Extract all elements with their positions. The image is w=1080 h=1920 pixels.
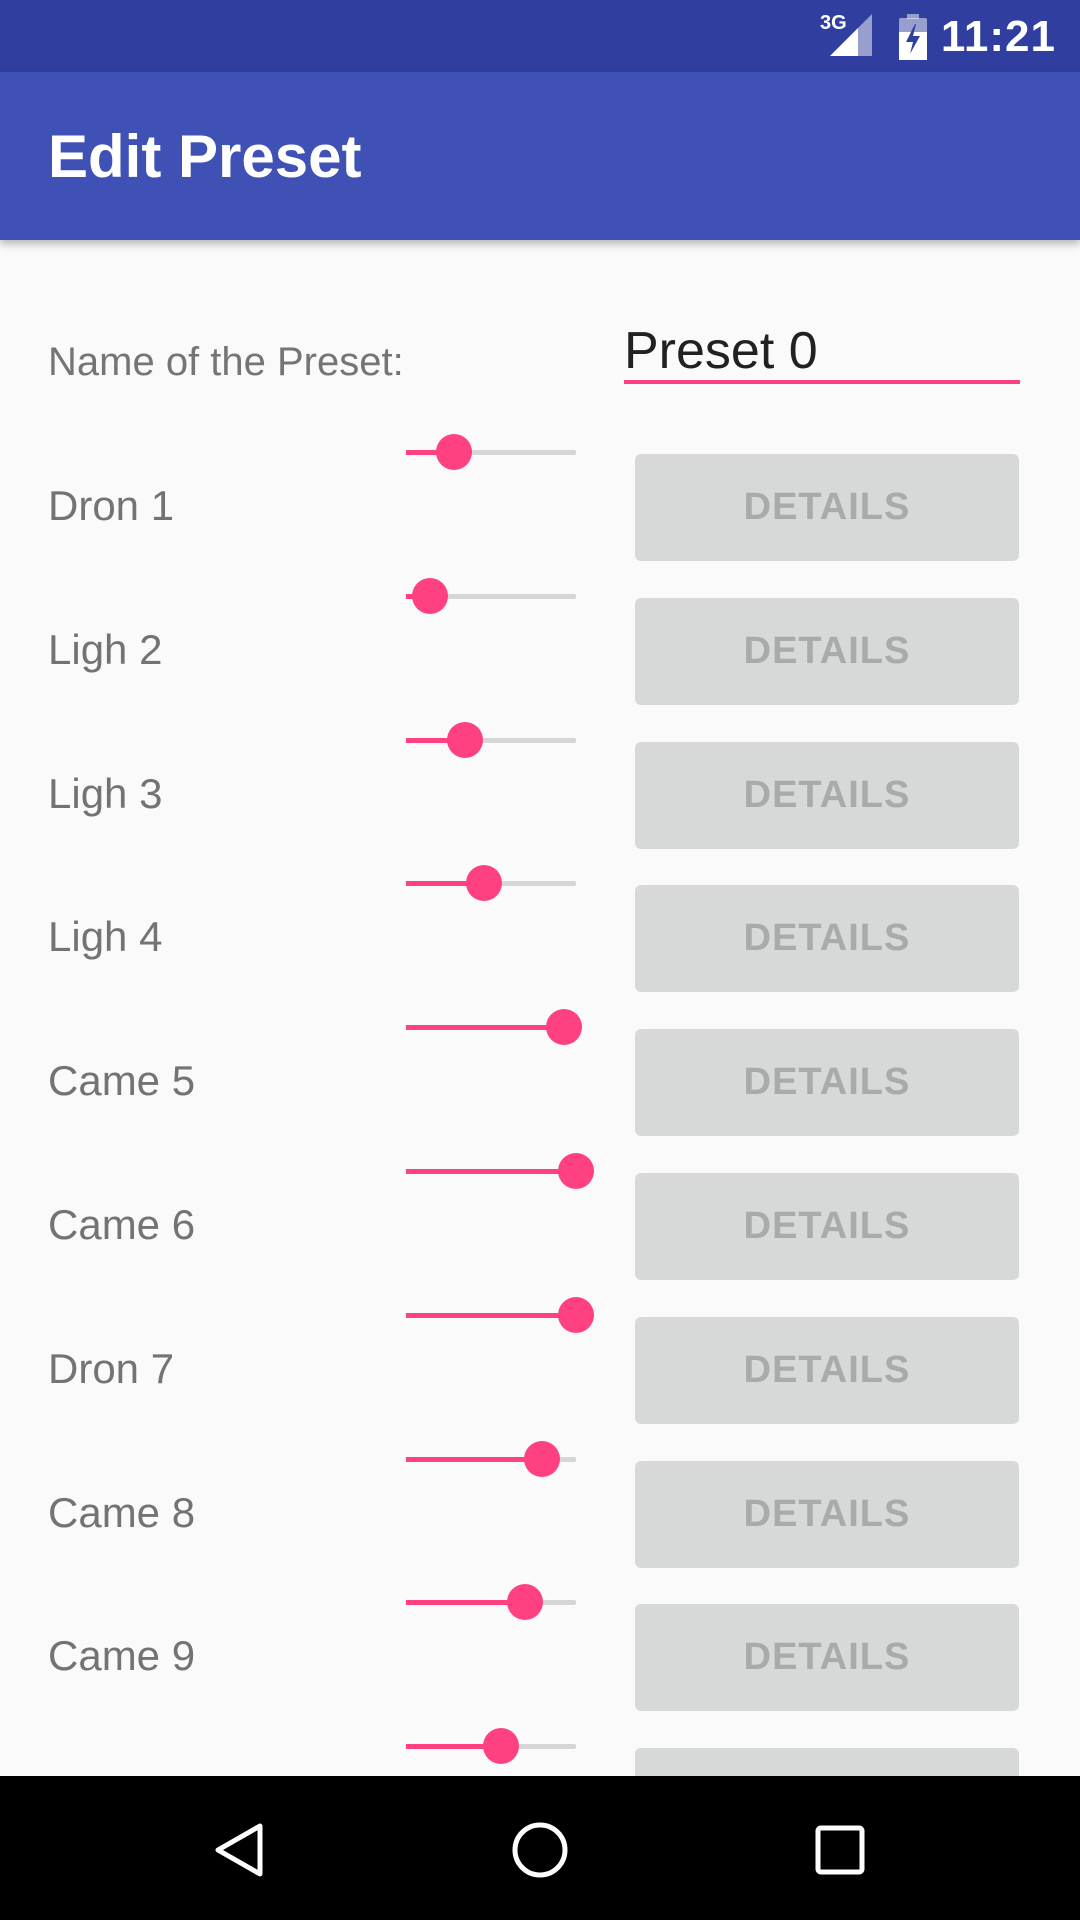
level-slider[interactable] [406, 1582, 576, 1622]
details-button[interactable]: DETAILS [635, 454, 1019, 561]
list-item: Ligh 4 DETAILS [0, 863, 1080, 1007]
list-item: Dron 1 DETAILS [0, 432, 1080, 576]
slider-thumb[interactable] [466, 865, 502, 901]
device-label: Ligh 2 [48, 626, 163, 673]
back-icon[interactable] [210, 1820, 270, 1880]
details-button[interactable]: DETAILS [635, 1029, 1019, 1136]
slider-thumb[interactable] [524, 1441, 560, 1477]
device-label: Came 9 [48, 1632, 196, 1679]
details-button[interactable]: DETAILS [635, 1173, 1019, 1280]
slider-thumb[interactable] [412, 578, 448, 614]
details-button[interactable] [635, 1748, 1019, 1776]
list-item: Dron 7 DETAILS [0, 1295, 1080, 1439]
list-item: Ligh 3 DETAILS [0, 720, 1080, 864]
navigation-bar [0, 1776, 1080, 1920]
device-label: Ligh 3 [48, 770, 163, 817]
slider-thumb[interactable] [483, 1728, 519, 1764]
details-button[interactable]: DETAILS [635, 885, 1019, 992]
slider-fill [406, 1313, 576, 1318]
slider-fill [406, 1169, 576, 1174]
recents-icon[interactable] [810, 1820, 870, 1880]
list-item: Came 9 DETAILS [0, 1582, 1080, 1726]
home-icon[interactable] [510, 1820, 570, 1880]
slider-thumb[interactable] [447, 722, 483, 758]
device-label: Dron 1 [48, 482, 175, 529]
slider-thumb[interactable] [436, 434, 472, 470]
level-slider[interactable] [406, 1439, 576, 1479]
device-label: Came 5 [48, 1057, 196, 1104]
level-slider[interactable] [406, 1726, 576, 1766]
level-slider[interactable] [406, 1151, 594, 1191]
device-label: Dron 7 [48, 1345, 175, 1392]
list-item: Ligh 2 DETAILS [0, 576, 1080, 720]
slider-thumb[interactable] [507, 1584, 543, 1620]
details-button[interactable]: DETAILS [635, 598, 1019, 705]
level-slider[interactable] [406, 863, 576, 903]
details-button[interactable]: DETAILS [635, 1317, 1019, 1424]
list-item: Came 5 DETAILS [0, 1007, 1080, 1151]
level-slider[interactable] [406, 720, 576, 760]
level-slider[interactable] [406, 1007, 582, 1047]
device-label: Ligh 4 [48, 913, 163, 960]
list-item [0, 1726, 1080, 1776]
level-slider[interactable] [406, 576, 576, 616]
list-item: Came 8 DETAILS [0, 1439, 1080, 1583]
list-item: Came 6 DETAILS [0, 1151, 1080, 1295]
slider-fill [406, 1457, 542, 1462]
slider-thumb[interactable] [558, 1153, 594, 1189]
level-slider[interactable] [406, 1295, 594, 1335]
details-button[interactable]: DETAILS [635, 742, 1019, 849]
details-button[interactable]: DETAILS [635, 1604, 1019, 1711]
slider-thumb[interactable] [546, 1009, 582, 1045]
details-button[interactable]: DETAILS [635, 1461, 1019, 1568]
device-label: Came 8 [48, 1489, 196, 1536]
device-label: Came 6 [48, 1201, 196, 1248]
slider-fill [406, 1025, 564, 1030]
slider-thumb[interactable] [558, 1297, 594, 1333]
device-list: Dron 1 DETAILS Ligh 2 DETAILS Ligh 3 DET… [0, 0, 1080, 1776]
level-slider[interactable] [406, 432, 576, 472]
